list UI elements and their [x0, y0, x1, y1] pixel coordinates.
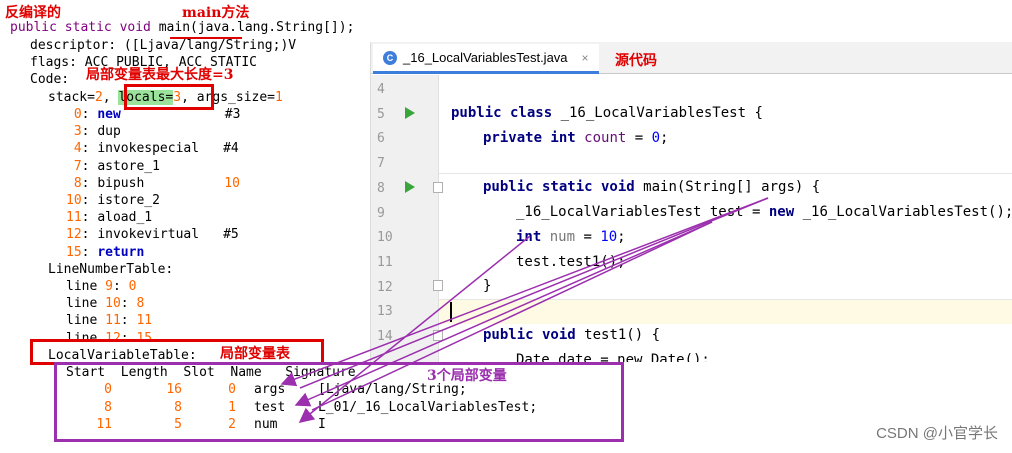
watermark: CSDN @小官学长 [876, 425, 998, 442]
arrow-args-2 [299, 197, 769, 389]
annotation-arrows [280, 197, 769, 423]
arrow-num [298, 235, 531, 423]
arrow-test [294, 221, 713, 407]
arrow-args [280, 197, 769, 387]
